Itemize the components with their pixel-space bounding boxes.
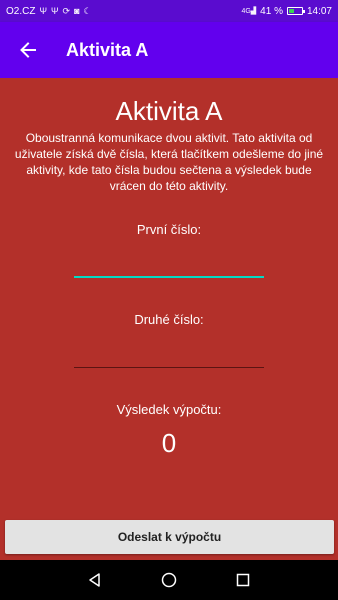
status-bar-right: 4G▟ 41 % 14:07 xyxy=(241,6,332,17)
app-bar: Aktivita A xyxy=(0,22,338,78)
description-text: Oboustranná komunikace dvou aktivit. Tat… xyxy=(14,131,324,193)
back-button[interactable] xyxy=(16,38,40,62)
page-title: Aktivita A xyxy=(115,96,223,126)
result-value: 0 xyxy=(161,428,177,458)
second-number-label: Druhé číslo: xyxy=(134,312,204,327)
signal-tag: 4G xyxy=(241,8,251,15)
submit-button[interactable]: Odeslat k výpočtu xyxy=(5,520,334,554)
nav-home-button[interactable] xyxy=(159,570,179,590)
sync-icon: ⟳ xyxy=(62,5,71,16)
usb-icon: Ψ xyxy=(39,6,47,16)
home-circle-icon xyxy=(161,572,177,588)
signal-icon: 4G▟ xyxy=(241,8,257,15)
back-triangle-icon xyxy=(89,573,100,587)
moon-icon: ☾ xyxy=(83,5,92,16)
second-number-input[interactable] xyxy=(74,340,264,368)
battery-percent: 41 % xyxy=(260,5,283,17)
arrow-left-icon xyxy=(20,42,36,58)
app-bar-title: Aktivita A xyxy=(66,39,149,60)
main-content: Aktivita A Oboustranná komunikace dvou a… xyxy=(0,78,338,560)
recents-square-icon xyxy=(236,573,250,587)
first-number-label: První číslo: xyxy=(136,222,202,237)
nav-recents-button[interactable] xyxy=(233,570,253,590)
battery-fill xyxy=(288,9,294,13)
status-bar-left: O2.CZ Ψ Ψ ⟳ ◙ ☾ xyxy=(6,6,92,17)
navigation-bar xyxy=(0,560,338,600)
first-number-input[interactable] xyxy=(74,250,264,278)
status-bar: O2.CZ Ψ Ψ ⟳ ◙ ☾ 4G▟ 41 % 14:07 xyxy=(0,0,338,22)
battery-icon xyxy=(286,7,305,15)
result-label: Výsledek výpočtu: xyxy=(116,402,222,417)
clock: 14:07 xyxy=(306,5,332,17)
usb-icon: Ψ xyxy=(50,6,59,16)
carrier-name: O2.CZ xyxy=(6,5,36,17)
notification-icon: ◙ xyxy=(74,6,80,16)
nav-back-button[interactable] xyxy=(85,570,105,590)
